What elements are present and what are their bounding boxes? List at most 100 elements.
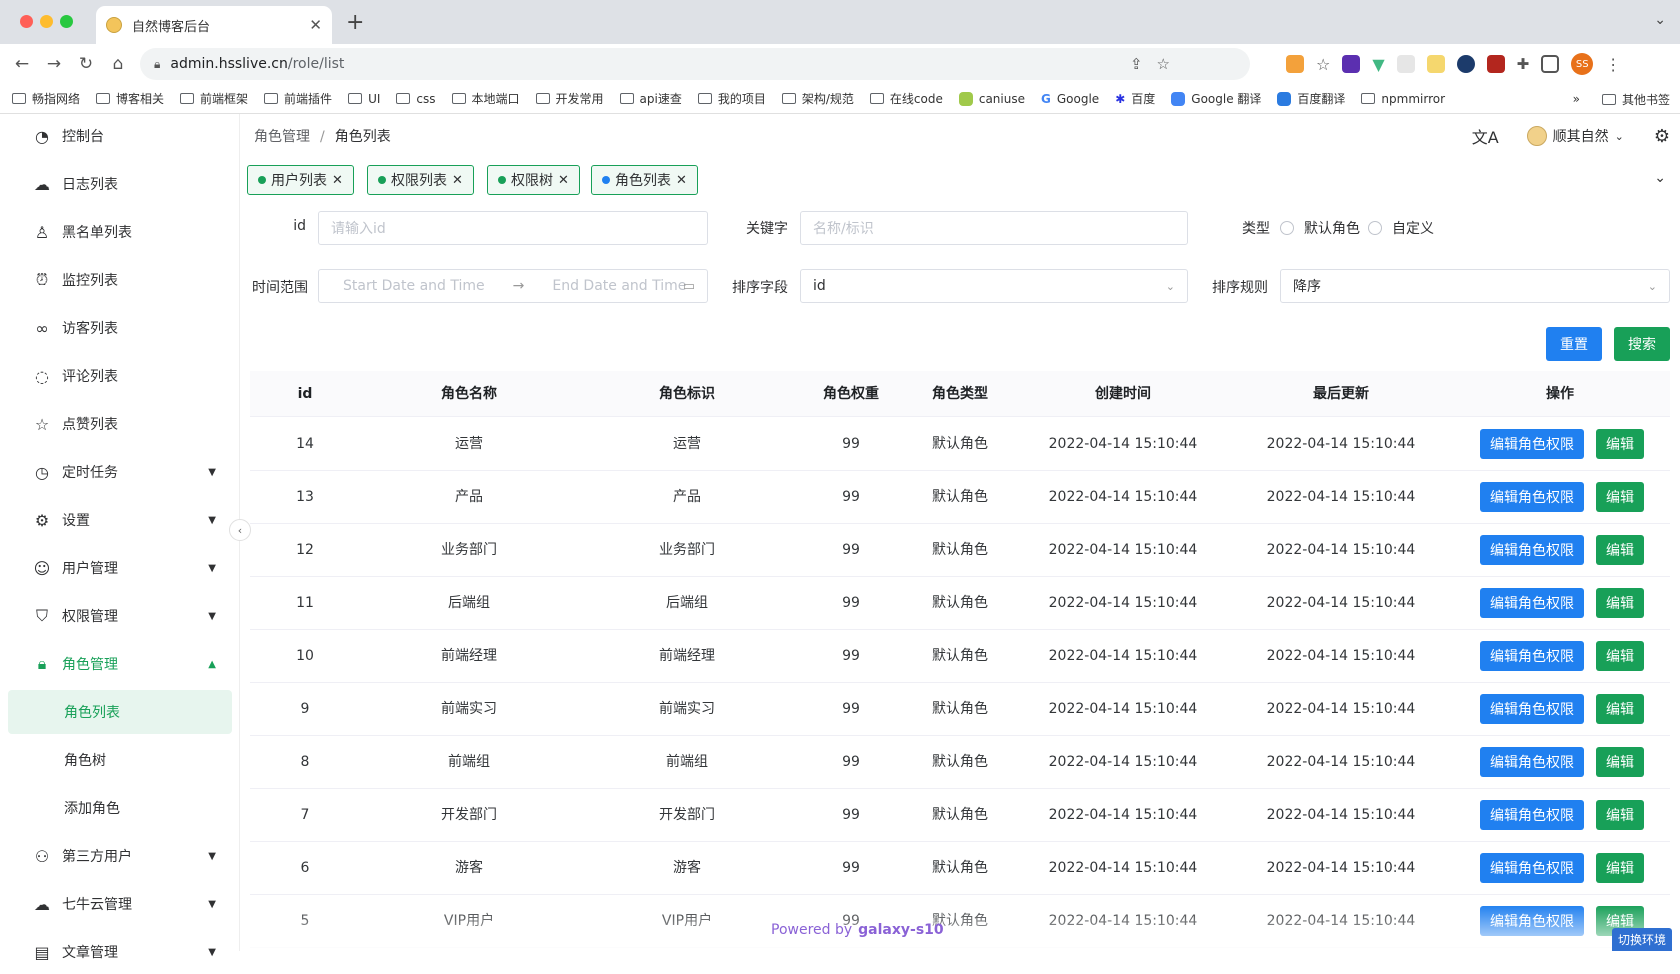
- end-date-input[interactable]: End Date and Time: [552, 278, 686, 294]
- puzzle-icon[interactable]: ✚: [1517, 55, 1530, 73]
- type-radio-default[interactable]: 默认角色: [1280, 218, 1360, 238]
- extension-icon[interactable]: [1286, 55, 1304, 73]
- edit-role-button[interactable]: 编辑: [1596, 535, 1644, 565]
- edit-role-permission-button[interactable]: 编辑角色权限: [1480, 429, 1584, 459]
- extension-icon[interactable]: [1427, 55, 1445, 73]
- column-header[interactable]: 角色类型: [906, 371, 1014, 417]
- close-window-button[interactable]: [20, 15, 33, 28]
- bookmark-item[interactable]: 在线code: [870, 90, 943, 107]
- extension-icon[interactable]: [1342, 55, 1360, 73]
- tab-search-chevron-icon[interactable]: ⌄: [1654, 12, 1666, 28]
- extension-star-icon[interactable]: ☆: [1316, 55, 1330, 74]
- bookmark-item[interactable]: 我的项目: [698, 90, 766, 107]
- tag-permission-tree[interactable]: 权限树✕: [487, 165, 580, 195]
- sidebar-item-dashboard[interactable]: ◔控制台: [8, 114, 232, 158]
- profile-avatar[interactable]: SS: [1571, 53, 1593, 75]
- type-radio-custom[interactable]: 自定义: [1368, 218, 1434, 238]
- bookmark-item[interactable]: 前端框架: [180, 90, 248, 107]
- extension-icon[interactable]: [1397, 55, 1415, 73]
- id-input[interactable]: 请输入id: [318, 211, 708, 245]
- column-header[interactable]: 角色权重: [796, 371, 906, 417]
- edit-role-permission-button[interactable]: 编辑角色权限: [1480, 641, 1584, 671]
- maximize-window-button[interactable]: [60, 15, 73, 28]
- keyword-input[interactable]: 名称/标识: [800, 211, 1188, 245]
- tag-role-list[interactable]: 角色列表✕: [591, 165, 698, 195]
- ublock-icon[interactable]: [1487, 55, 1505, 73]
- bookmark-item[interactable]: caniuse: [959, 92, 1025, 106]
- switch-env-button[interactable]: 切换环境: [1612, 928, 1672, 951]
- search-button[interactable]: 搜索: [1614, 327, 1670, 361]
- edit-role-button[interactable]: 编辑: [1596, 641, 1644, 671]
- bookmarks-more-button[interactable]: »: [1573, 92, 1580, 106]
- close-icon[interactable]: ✕: [558, 173, 569, 188]
- translate-icon[interactable]: 文A: [1472, 124, 1499, 148]
- back-icon[interactable]: ←: [6, 54, 38, 74]
- tag-permission-list[interactable]: 权限列表✕: [367, 165, 474, 195]
- sidebar-item-qiniu[interactable]: ☁七牛云管理▼: [8, 882, 232, 926]
- vue-devtools-icon[interactable]: ▼: [1372, 55, 1384, 74]
- url-input[interactable]: 🔒︎ admin.hsslive.cn/role/list ⇪ ☆: [140, 48, 1250, 80]
- sort-field-select[interactable]: id⌄: [800, 269, 1188, 303]
- new-tab-icon[interactable]: +: [346, 10, 364, 35]
- edit-role-button[interactable]: 编辑: [1596, 482, 1644, 512]
- forward-icon[interactable]: →: [38, 54, 70, 74]
- reload-icon[interactable]: ↻: [70, 54, 102, 74]
- column-header[interactable]: 操作: [1450, 371, 1670, 417]
- sidebar-item-role-tree[interactable]: 角色树: [8, 738, 232, 782]
- sidebar-item-schedule[interactable]: ◷定时任务▼: [8, 450, 232, 494]
- sidebar-item-monitor[interactable]: ⏰︎监控列表: [8, 258, 232, 302]
- bookmark-item[interactable]: 开发常用: [536, 90, 604, 107]
- browser-tab[interactable]: 自然博客后台 ✕: [96, 6, 332, 44]
- bookmark-star-icon[interactable]: ☆: [1157, 55, 1170, 73]
- sidebar-collapse-button[interactable]: ‹: [229, 519, 251, 541]
- date-range-picker[interactable]: Start Date and Time → End Date and Time …: [318, 269, 708, 303]
- edit-role-permission-button[interactable]: 编辑角色权限: [1480, 694, 1584, 724]
- sidebar-item-users[interactable]: ☺用户管理▼: [8, 546, 232, 590]
- sidebar-item-roles[interactable]: 🔒︎角色管理▲: [8, 642, 232, 686]
- bookmark-item[interactable]: Google 翻译: [1171, 90, 1261, 107]
- column-header[interactable]: 最后更新: [1232, 371, 1450, 417]
- sidebar-item-articles[interactable]: ▤文章管理▼: [8, 930, 232, 974]
- sidebar-item-visitors[interactable]: ∞访客列表: [8, 306, 232, 350]
- edit-role-permission-button[interactable]: 编辑角色权限: [1480, 853, 1584, 883]
- sidebar-item-logs[interactable]: ☁日志列表: [8, 162, 232, 206]
- minimize-window-button[interactable]: [40, 15, 53, 28]
- edit-role-permission-button[interactable]: 编辑角色权限: [1480, 588, 1584, 618]
- bookmark-item[interactable]: 前端插件: [264, 90, 332, 107]
- bookmark-item[interactable]: 畅指网络: [12, 90, 80, 107]
- close-icon[interactable]: ✕: [332, 173, 343, 188]
- sidebar-item-permissions[interactable]: ⛉权限管理▼: [8, 594, 232, 638]
- bookmark-item[interactable]: UI: [348, 92, 380, 106]
- close-icon[interactable]: ✕: [676, 173, 687, 188]
- bookmark-item[interactable]: 博客相关: [96, 90, 164, 107]
- bookmark-item[interactable]: 百度翻译: [1277, 90, 1345, 107]
- sidebar-item-blacklist[interactable]: ♙黑名单列表: [8, 210, 232, 254]
- bookmark-item[interactable]: ✱百度: [1115, 90, 1155, 107]
- bookmark-item[interactable]: api速查: [620, 90, 682, 107]
- reset-button[interactable]: 重置: [1546, 327, 1602, 361]
- bookmark-item[interactable]: npmmirror: [1361, 92, 1445, 106]
- settings-gear-icon[interactable]: ⚙: [1654, 126, 1670, 147]
- sidepanel-icon[interactable]: [1541, 55, 1559, 73]
- sidebar-item-role-list[interactable]: 角色列表: [8, 690, 232, 734]
- share-icon[interactable]: ⇪: [1130, 55, 1143, 73]
- edit-role-button[interactable]: 编辑: [1596, 588, 1644, 618]
- home-icon[interactable]: ⌂: [102, 54, 134, 74]
- other-bookmarks[interactable]: 其他书签: [1602, 91, 1670, 108]
- close-icon[interactable]: ✕: [452, 173, 463, 188]
- sidebar-item-likes[interactable]: ☆点赞列表: [8, 402, 232, 446]
- column-header[interactable]: 角色名称: [360, 371, 578, 417]
- breadcrumb-parent[interactable]: 角色管理: [254, 129, 310, 145]
- user-dropdown[interactable]: 顺其自然 ⌄: [1527, 126, 1624, 146]
- column-header[interactable]: 创建时间: [1014, 371, 1232, 417]
- sort-rule-select[interactable]: 降序⌄: [1280, 269, 1670, 303]
- sidebar-item-third-party[interactable]: ⚇第三方用户▼: [8, 834, 232, 878]
- edit-role-permission-button[interactable]: 编辑角色权限: [1480, 535, 1584, 565]
- edit-role-button[interactable]: 编辑: [1596, 853, 1644, 883]
- bookmark-item[interactable]: GGoogle: [1041, 92, 1099, 106]
- column-header[interactable]: id: [250, 371, 360, 417]
- edit-role-button[interactable]: 编辑: [1596, 694, 1644, 724]
- edit-role-button[interactable]: 编辑: [1596, 800, 1644, 830]
- sidebar-item-comments[interactable]: ◌评论列表: [8, 354, 232, 398]
- chevron-down-icon[interactable]: ⌄: [1654, 170, 1666, 186]
